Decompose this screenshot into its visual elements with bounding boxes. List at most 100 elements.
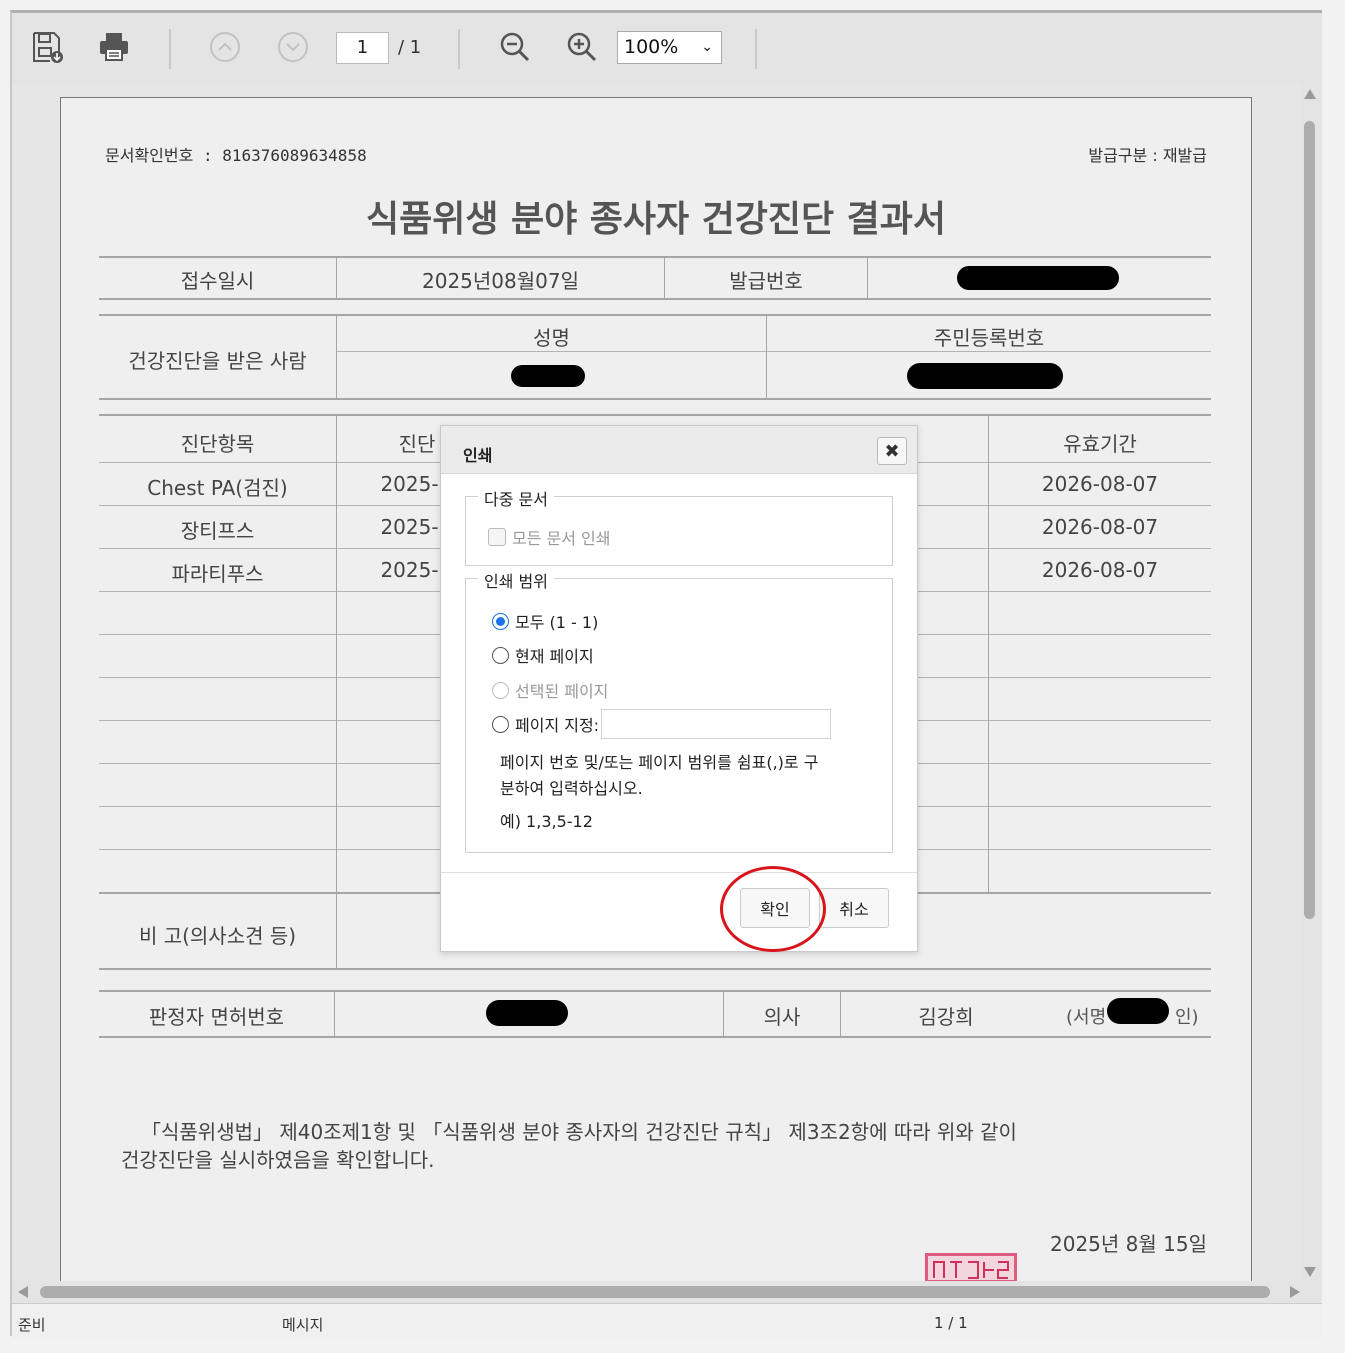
close-button[interactable]: ✖ <box>877 437 907 465</box>
issue-type: 발급구분 : 재발급 <box>1088 146 1207 165</box>
signature-suffix: 인) <box>1175 1007 1199 1028</box>
chevron-down-circle-icon[interactable] <box>275 29 311 65</box>
redaction-mark <box>1107 998 1169 1024</box>
item-validity: 2026-08-07 <box>1041 472 1159 496</box>
dialog-title: 인쇄 <box>463 446 493 465</box>
divider <box>99 990 1211 992</box>
issue-number-label: 발급번호 <box>729 269 803 293</box>
divider <box>336 892 337 968</box>
doctor-label: 의사 <box>763 1005 801 1029</box>
page-total-label: / 1 <box>398 37 422 58</box>
name-label: 성명 <box>533 326 570 350</box>
item-name: Chest PA(검진) <box>147 476 288 500</box>
status-ready: 준비 <box>18 1316 46 1334</box>
statement-line-2: 건강진단을 실시하였음을 확인합니다. <box>121 1148 435 1172</box>
received-label: 접수일시 <box>180 269 255 293</box>
toolbar-divider <box>458 29 460 69</box>
status-message: 메시지 <box>282 1316 324 1334</box>
divider <box>99 398 1211 400</box>
multi-doc-group: 다중 문서 모든 문서 인쇄 <box>465 486 893 566</box>
toolbar-divider <box>755 29 757 69</box>
rrn-label: 주민등록번호 <box>933 326 1045 350</box>
item-header: 진단항목 <box>180 432 255 456</box>
redaction-mark <box>511 365 585 387</box>
divider <box>99 256 1211 258</box>
divider <box>99 298 1211 300</box>
range-all-radio[interactable]: 모두 (1 - 1) <box>492 609 598 633</box>
divider <box>99 314 1211 316</box>
horizontal-scrollbar[interactable] <box>12 1281 1302 1303</box>
print-icon[interactable] <box>96 29 132 65</box>
print-range-group: 인쇄 범위 모두 (1 - 1) 현재 페이지 선택된 페이지 페이지 지정: … <box>465 568 893 853</box>
print-dialog: 인쇄 ✖ 다중 문서 모든 문서 인쇄 인쇄 범위 모두 (1 - 1) 현재 … <box>440 425 918 952</box>
zoom-select[interactable]: 100% ⌄ <box>617 31 722 64</box>
highlight-annotation <box>720 866 826 952</box>
item-name: 파라티푸스 <box>171 562 264 586</box>
remarks-label: 비 고(의사소견 등) <box>138 924 297 948</box>
range-current-radio[interactable]: 현재 페이지 <box>492 643 594 667</box>
zoom-value: 100% <box>624 36 679 58</box>
scroll-left-icon[interactable] <box>18 1286 28 1298</box>
divider <box>99 968 1211 970</box>
item-validity: 2026-08-07 <box>1041 515 1159 539</box>
license-label: 판정자 면허번호 <box>148 1005 285 1029</box>
divider <box>334 990 335 1036</box>
issue-date: 2025년 8월 15일 <box>1050 1232 1207 1256</box>
redaction-mark <box>486 1000 568 1026</box>
item-validity: 2026-08-07 <box>1041 558 1159 582</box>
redaction-mark <box>907 363 1063 389</box>
range-all-label: 모두 (1 - 1) <box>515 613 599 632</box>
validity-header: 유효기간 <box>1063 432 1137 456</box>
signature-prefix: (서명 <box>1066 1007 1107 1028</box>
received-value: 2025년08월07일 <box>422 269 579 293</box>
page-number-input[interactable]: 1 <box>336 32 389 64</box>
dialog-footer-divider <box>441 872 917 873</box>
vertical-scrollbar[interactable] <box>1302 83 1322 1281</box>
toolbar: 1 / 1 100% ⌄ <box>12 13 1322 83</box>
range-custom-radio[interactable]: 페이지 지정: <box>492 709 832 739</box>
checkbox <box>488 528 506 546</box>
scroll-down-icon[interactable] <box>1304 1267 1316 1277</box>
print-all-docs-checkbox[interactable]: 모든 문서 인쇄 <box>488 525 611 549</box>
dialog-header: 인쇄 ✖ <box>441 426 917 474</box>
print-all-docs-label: 모든 문서 인쇄 <box>512 529 611 548</box>
scroll-up-icon[interactable] <box>1304 89 1316 99</box>
range-current-label: 현재 페이지 <box>515 647 594 666</box>
redaction-mark <box>957 266 1119 290</box>
range-custom-label: 페이지 지정: <box>515 716 600 735</box>
zoom-out-icon[interactable] <box>497 29 533 65</box>
range-help-line-2: 분하여 입력하십시오. <box>500 779 643 798</box>
divider <box>99 414 1211 416</box>
status-bar: 준비 메시지 1 / 1 <box>12 1303 1322 1339</box>
item-name: 장티프스 <box>180 519 255 543</box>
doctor-name: 김강희 <box>918 1005 974 1029</box>
doc-number: 문서확인번호 : 816376089634858 <box>105 146 367 165</box>
radio <box>492 681 509 699</box>
scroll-right-icon[interactable] <box>1290 1286 1300 1298</box>
chevron-down-icon: ⌄ <box>701 39 713 55</box>
divider <box>337 351 1211 352</box>
save-icon[interactable] <box>29 29 65 65</box>
radio <box>492 646 509 664</box>
scrollbar-thumb[interactable] <box>1304 121 1315 919</box>
status-pages: 1 / 1 <box>934 1314 968 1332</box>
range-example: 예) 1,3,5-12 <box>500 812 593 831</box>
page-range-input[interactable] <box>601 709 832 739</box>
divider <box>867 256 868 298</box>
zoom-in-icon[interactable] <box>564 29 600 65</box>
range-selected-radio[interactable]: 선택된 페이지 <box>492 678 608 702</box>
divider <box>99 1036 1211 1038</box>
official-seal <box>925 1253 1017 1281</box>
cancel-button[interactable]: 취소 <box>819 888 889 928</box>
examinee-label: 건강진단을 받은 사람 <box>128 349 307 373</box>
statement-line-1: 「식품위생법」 제40조제1항 및 「식품위생 분야 종사자의 건강진단 규칙」… <box>141 1120 1017 1144</box>
range-selected-label: 선택된 페이지 <box>515 682 609 701</box>
multi-doc-legend: 다중 문서 <box>478 486 554 510</box>
radio-checked <box>492 612 509 630</box>
close-icon: ✖ <box>884 440 900 462</box>
scrollbar-thumb[interactable] <box>40 1286 1270 1298</box>
page-title: 식품위생 분야 종사자 건강진단 결과서 <box>365 199 947 240</box>
radio <box>492 715 509 733</box>
print-range-legend: 인쇄 범위 <box>478 568 554 592</box>
chevron-up-circle-icon[interactable] <box>207 29 243 65</box>
